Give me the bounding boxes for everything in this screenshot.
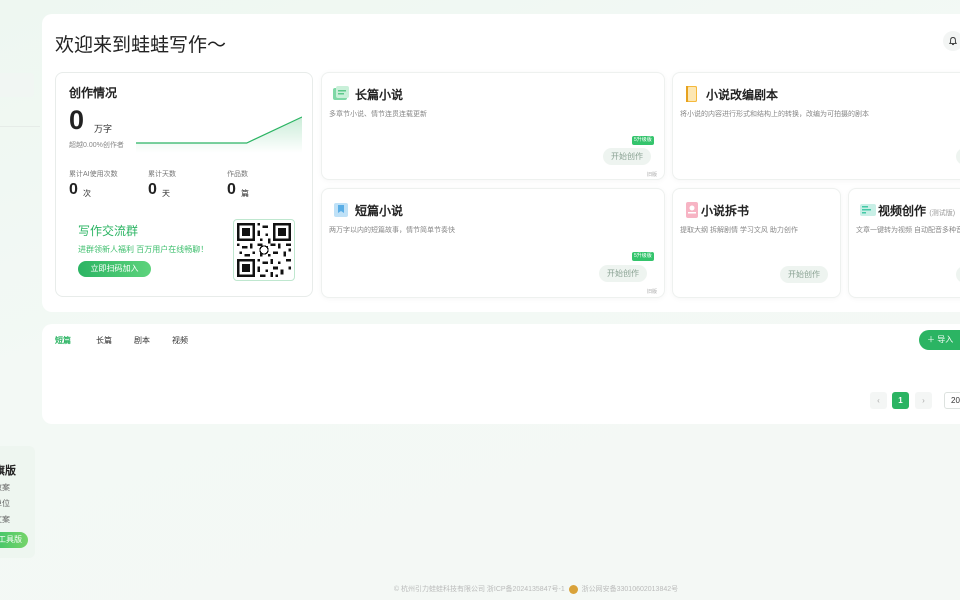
start-create-button[interactable]: 开始创作 xyxy=(599,265,647,282)
card-title: 小说拆书 xyxy=(701,204,750,218)
card-title-sub: (测试版) xyxy=(929,210,956,217)
total-words-unit: 万字 xyxy=(94,124,113,134)
upgrade-badge: 5升级版 xyxy=(632,252,654,261)
tab-long[interactable]: 长篇 xyxy=(96,335,112,346)
page-number-1[interactable]: 1 xyxy=(892,392,909,409)
next-page-button[interactable]: › xyxy=(915,392,932,409)
sidebar-promo-card: 旗版 教案 单位 文案 工具版 xyxy=(0,446,35,558)
start-create-button[interactable]: 开始创作 xyxy=(780,266,828,283)
group-title: 写作交流群 xyxy=(78,224,139,238)
bell-icon[interactable] xyxy=(943,31,960,51)
footer-company[interactable]: © 杭州引力蛙蛙科技有限公司 浙ICP备2024135847号-1 xyxy=(394,586,565,593)
stat-days: 累计天数 0 天 xyxy=(148,169,176,198)
tab-video[interactable]: 视频 xyxy=(172,335,188,346)
dashboard-panel: 欢迎来到蛙蛙写作～ 创作情况 0 万字 超越0.00%创作者 累计AI使用次数 … xyxy=(42,14,960,312)
old-version-link[interactable]: 旧版 xyxy=(647,171,657,178)
plus-icon: ＋ xyxy=(927,335,935,344)
stat-label: 作品数 xyxy=(227,171,248,178)
stat-label: 累计AI使用次数 xyxy=(69,171,118,178)
card-desc: 将小说的内容进行形式和结构上的转换，改编为可拍摄的剧本 xyxy=(680,111,869,118)
page-size-select[interactable]: 20 xyxy=(944,392,960,409)
upgrade-badge: 5升级版 xyxy=(632,136,654,145)
card-title-text: 视频创作 xyxy=(878,204,927,218)
stats-title: 创作情况 xyxy=(69,86,118,100)
card-breakdown[interactable]: 小说拆书 提取大纲 拆解剧情 学习文风 助力创作 开始创作 xyxy=(672,188,841,298)
video-icon xyxy=(859,201,877,219)
long-novel-icon xyxy=(332,85,350,103)
card-long-novel[interactable]: 长篇小说 多章节小说、情节连贯连载更新 5升级版 开始创作 旧版 xyxy=(321,72,665,180)
sidebar-promo-title: 旗版 xyxy=(0,465,16,477)
card-adapt-script[interactable]: 小说改编剧本 将小说的内容进行形式和结构上的转换，改编为可拍摄的剧本 xyxy=(672,72,960,180)
footer-police[interactable]: 浙公网安备33010602013842号 xyxy=(582,586,679,593)
beat-percent-text: 超越0.00%创作者 xyxy=(69,142,124,149)
sidebar-promo-line: 文案 xyxy=(0,515,10,524)
welcome-heading: 欢迎来到蛙蛙写作～ xyxy=(55,35,227,56)
start-create-button[interactable] xyxy=(956,148,960,165)
script-icon xyxy=(683,85,701,103)
card-short-novel[interactable]: 短篇小说 两万字以内的短篇故事，情节简单节奏快 5升级版 开始创作 旧版 xyxy=(321,188,665,298)
start-create-button[interactable]: 开始创作 xyxy=(603,148,651,165)
join-group-button[interactable]: 立即扫码加入 xyxy=(78,261,151,277)
trend-chart xyxy=(136,116,302,153)
total-words-value: 0 xyxy=(69,105,85,135)
start-create-button[interactable] xyxy=(956,266,960,283)
card-title: 小说改编剧本 xyxy=(706,88,779,102)
creation-stats-card: 创作情况 0 万字 超越0.00%创作者 累计AI使用次数 0 次 累计天数 0… xyxy=(55,72,313,297)
card-title: 短篇小说 xyxy=(355,204,404,218)
card-desc: 两万字以内的短篇故事，情节简单节奏快 xyxy=(329,227,455,234)
stat-ai-uses: 累计AI使用次数 0 次 xyxy=(69,169,118,198)
trend-area xyxy=(136,117,302,153)
import-button[interactable]: ＋ 导入 xyxy=(919,330,960,350)
stat-unit: 篇 xyxy=(241,189,249,198)
prev-page-button[interactable]: ‹ xyxy=(870,392,887,409)
card-video[interactable]: 视频创作 (测试版) 文章一键转为视频 自动配音多种音色 xyxy=(848,188,960,298)
sidebar-promo-line: 单位 xyxy=(0,499,10,508)
qr-code-image xyxy=(233,219,295,281)
tab-script[interactable]: 剧本 xyxy=(134,335,150,346)
card-desc: 文章一键转为视频 自动配音多种音色 xyxy=(856,227,960,234)
sidebar-divider xyxy=(0,126,40,127)
tab-short[interactable]: 短篇 xyxy=(55,335,71,346)
import-label: 导入 xyxy=(937,335,954,344)
sidebar-item-active[interactable] xyxy=(0,73,34,97)
card-desc: 提取大纲 拆解剧情 学习文风 助力创作 xyxy=(680,227,798,234)
sidebar-promo-line: 教案 xyxy=(0,483,10,492)
breakdown-icon xyxy=(683,201,701,219)
stat-value: 0 xyxy=(227,181,236,198)
footer: © 杭州引力蛙蛙科技有限公司 浙ICP备2024135847号-1 浙公网安备3… xyxy=(0,584,960,594)
stat-works: 作品数 0 篇 xyxy=(227,169,249,198)
works-panel: 短篇 长篇 剧本 视频 ＋ 导入 ‹ 1 › 20 xyxy=(42,324,960,424)
stat-value: 0 xyxy=(148,181,157,198)
short-novel-icon xyxy=(332,201,350,219)
stat-unit: 天 xyxy=(162,189,170,198)
group-desc: 进群领新人福利 百万用户在线畅聊！ xyxy=(78,245,209,254)
police-badge-icon xyxy=(568,584,578,594)
stat-label: 累计天数 xyxy=(148,171,176,178)
old-version-link[interactable]: 旧版 xyxy=(647,288,657,295)
stat-unit: 次 xyxy=(83,189,91,198)
card-desc: 多章节小说、情节连贯连载更新 xyxy=(329,111,427,118)
stat-value: 0 xyxy=(69,181,78,198)
card-title: 视频创作 (测试版) xyxy=(878,202,955,219)
card-title: 长篇小说 xyxy=(355,88,404,102)
sidebar-promo-button[interactable]: 工具版 xyxy=(0,532,28,548)
